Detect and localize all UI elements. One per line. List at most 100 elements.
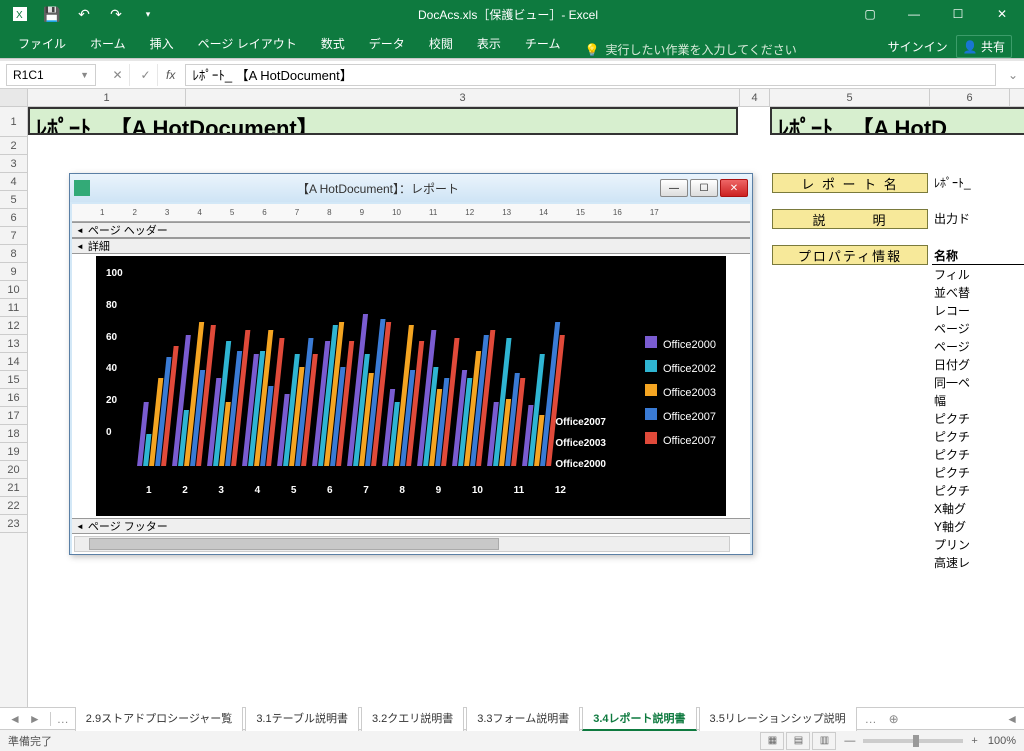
tab-formulas[interactable]: 数式 bbox=[309, 29, 357, 58]
property-cell[interactable]: 出力ド bbox=[932, 209, 1024, 227]
row-header[interactable]: 1 bbox=[0, 107, 27, 137]
sheet-nav-last-icon[interactable]: ► bbox=[26, 712, 44, 726]
row-header[interactable]: 16 bbox=[0, 389, 27, 407]
report-maximize-icon[interactable]: ☐ bbox=[690, 179, 718, 197]
row-header[interactable]: 17 bbox=[0, 407, 27, 425]
sheet-overflow-icon[interactable]: … bbox=[859, 712, 883, 726]
view-normal-icon[interactable]: ▦ bbox=[760, 732, 784, 750]
col-header[interactable]: 1 bbox=[28, 89, 186, 106]
sheet-tab[interactable]: 3.4レポート説明書 bbox=[582, 706, 696, 731]
row-header[interactable]: 22 bbox=[0, 497, 27, 515]
fx-icon[interactable]: fx bbox=[162, 68, 179, 82]
tell-me-input[interactable]: 実行したい作業を入力してください bbox=[605, 41, 796, 58]
tab-insert[interactable]: 挿入 bbox=[138, 29, 186, 58]
undo-icon[interactable]: ↶ bbox=[72, 2, 96, 26]
cancel-formula-icon[interactable]: ✕ bbox=[106, 64, 130, 86]
col-header[interactable]: 5 bbox=[770, 89, 930, 106]
share-button[interactable]: 👤 共有 bbox=[956, 35, 1012, 58]
zoom-out-icon[interactable]: — bbox=[844, 735, 855, 747]
tab-home[interactable]: ホーム bbox=[78, 29, 138, 58]
row-header[interactable]: 6 bbox=[0, 209, 27, 227]
zoom-thumb[interactable] bbox=[913, 735, 919, 747]
sheet-nav-right-icon[interactable]: ◄ bbox=[1000, 712, 1024, 726]
row-header[interactable]: 9 bbox=[0, 263, 27, 281]
select-all-corner[interactable] bbox=[0, 89, 28, 106]
signin-link[interactable]: サインイン bbox=[888, 38, 948, 55]
ribbon-display-icon[interactable]: ▢ bbox=[848, 0, 892, 28]
property-cell[interactable]: 幅 bbox=[932, 391, 1024, 409]
property-cell[interactable]: X軸グ bbox=[932, 499, 1024, 517]
zoom-slider[interactable] bbox=[863, 739, 963, 743]
tab-view[interactable]: 表示 bbox=[465, 29, 513, 58]
view-page-break-icon[interactable]: ▥ bbox=[812, 732, 836, 750]
label-description[interactable]: 説 明 bbox=[772, 209, 928, 229]
row-header[interactable]: 19 bbox=[0, 443, 27, 461]
property-cell[interactable]: 並べ替 bbox=[932, 283, 1024, 301]
row-header[interactable]: 5 bbox=[0, 191, 27, 209]
section-detail[interactable]: ◄ 詳細 bbox=[72, 238, 750, 254]
row-header[interactable]: 14 bbox=[0, 353, 27, 371]
sheet-tab[interactable]: 3.3フォーム説明書 bbox=[466, 706, 580, 731]
row-header[interactable]: 15 bbox=[0, 371, 27, 389]
tab-review[interactable]: 校閲 bbox=[417, 29, 465, 58]
col-header[interactable]: 6 bbox=[930, 89, 1010, 106]
sheet-tab[interactable]: 3.5リレーションシップ説明 bbox=[699, 706, 857, 731]
tab-page-layout[interactable]: ページ レイアウト bbox=[186, 29, 309, 58]
property-cell[interactable]: ページ bbox=[932, 319, 1024, 337]
qat-dropdown-icon[interactable]: ▾ bbox=[136, 2, 160, 26]
row-header[interactable]: 11 bbox=[0, 299, 27, 317]
chevron-down-icon[interactable]: ▼ bbox=[80, 70, 89, 80]
sheet-tab[interactable]: 3.1テーブル説明書 bbox=[245, 706, 359, 731]
redo-icon[interactable]: ↷ bbox=[104, 2, 128, 26]
title-merged-cell-1[interactable]: ﾚﾎﾟｰﾄ_ 【A HotDocument】 bbox=[28, 107, 738, 135]
zoom-in-icon[interactable]: + bbox=[971, 735, 977, 747]
row-header[interactable]: 4 bbox=[0, 173, 27, 191]
property-cell[interactable]: 高速レ bbox=[932, 553, 1024, 571]
section-page-header[interactable]: ◄ ページ ヘッダー bbox=[72, 222, 750, 238]
expand-formula-icon[interactable]: ⌄ bbox=[1008, 68, 1018, 82]
row-header[interactable]: 3 bbox=[0, 155, 27, 173]
property-cell[interactable]: ピクチ bbox=[932, 427, 1024, 445]
property-cell[interactable]: ピクチ bbox=[932, 409, 1024, 427]
row-header[interactable]: 21 bbox=[0, 479, 27, 497]
property-cell[interactable]: フィル bbox=[932, 265, 1024, 283]
view-page-layout-icon[interactable]: ▤ bbox=[786, 732, 810, 750]
sheet-tab[interactable]: 3.2クエリ説明書 bbox=[361, 706, 464, 731]
maximize-icon[interactable]: ☐ bbox=[936, 0, 980, 28]
tab-data[interactable]: データ bbox=[357, 29, 417, 58]
add-sheet-icon[interactable]: ⊕ bbox=[883, 712, 905, 726]
property-cell[interactable]: レコー bbox=[932, 301, 1024, 319]
title-merged-cell-2[interactable]: ﾚﾎﾟｰﾄ_ 【A HotD bbox=[770, 107, 1024, 135]
row-header[interactable]: 18 bbox=[0, 425, 27, 443]
report-h-scrollbar[interactable] bbox=[74, 536, 730, 552]
row-header[interactable]: 20 bbox=[0, 461, 27, 479]
property-cell[interactable]: 同一ペ bbox=[932, 373, 1024, 391]
row-header[interactable]: 10 bbox=[0, 281, 27, 299]
name-box[interactable]: R1C1 ▼ bbox=[6, 64, 96, 86]
minimize-icon[interactable]: — bbox=[892, 0, 936, 28]
save-icon[interactable]: 💾 bbox=[40, 2, 64, 26]
property-cell[interactable]: 名称 bbox=[932, 247, 1024, 265]
property-cell[interactable]: ピクチ bbox=[932, 463, 1024, 481]
sheet-nav-first-icon[interactable]: ◄ bbox=[6, 712, 24, 726]
close-icon[interactable]: ✕ bbox=[980, 0, 1024, 28]
tab-team[interactable]: チーム bbox=[513, 29, 573, 58]
enter-formula-icon[interactable]: ✓ bbox=[134, 64, 158, 86]
sheet-tab[interactable]: 2.9ストアドプロシージャー覧 bbox=[75, 706, 244, 731]
cells[interactable]: ﾚﾎﾟｰﾄ_ 【A HotDocument】 ﾚﾎﾟｰﾄ_ 【A HotD レ … bbox=[28, 107, 1024, 707]
row-header[interactable]: 13 bbox=[0, 335, 27, 353]
row-header[interactable]: 12 bbox=[0, 317, 27, 335]
scrollbar-thumb[interactable] bbox=[89, 538, 499, 550]
property-cell[interactable]: Y軸グ bbox=[932, 517, 1024, 535]
label-property-info[interactable]: プロパティ情報 bbox=[772, 245, 928, 265]
row-header[interactable]: 7 bbox=[0, 227, 27, 245]
row-header[interactable]: 8 bbox=[0, 245, 27, 263]
property-cell[interactable]: ページ bbox=[932, 337, 1024, 355]
col-header[interactable]: 4 bbox=[740, 89, 770, 106]
label-report-name[interactable]: レ ポ ー ト 名 bbox=[772, 173, 928, 193]
embedded-chart[interactable]: 100806040200 123456789101112 Office2007O… bbox=[96, 256, 726, 516]
sheet-overflow-icon[interactable]: … bbox=[51, 712, 75, 726]
zoom-level[interactable]: 100% bbox=[988, 735, 1016, 747]
property-cell[interactable]: 日付グ bbox=[932, 355, 1024, 373]
tab-file[interactable]: ファイル bbox=[6, 29, 78, 58]
